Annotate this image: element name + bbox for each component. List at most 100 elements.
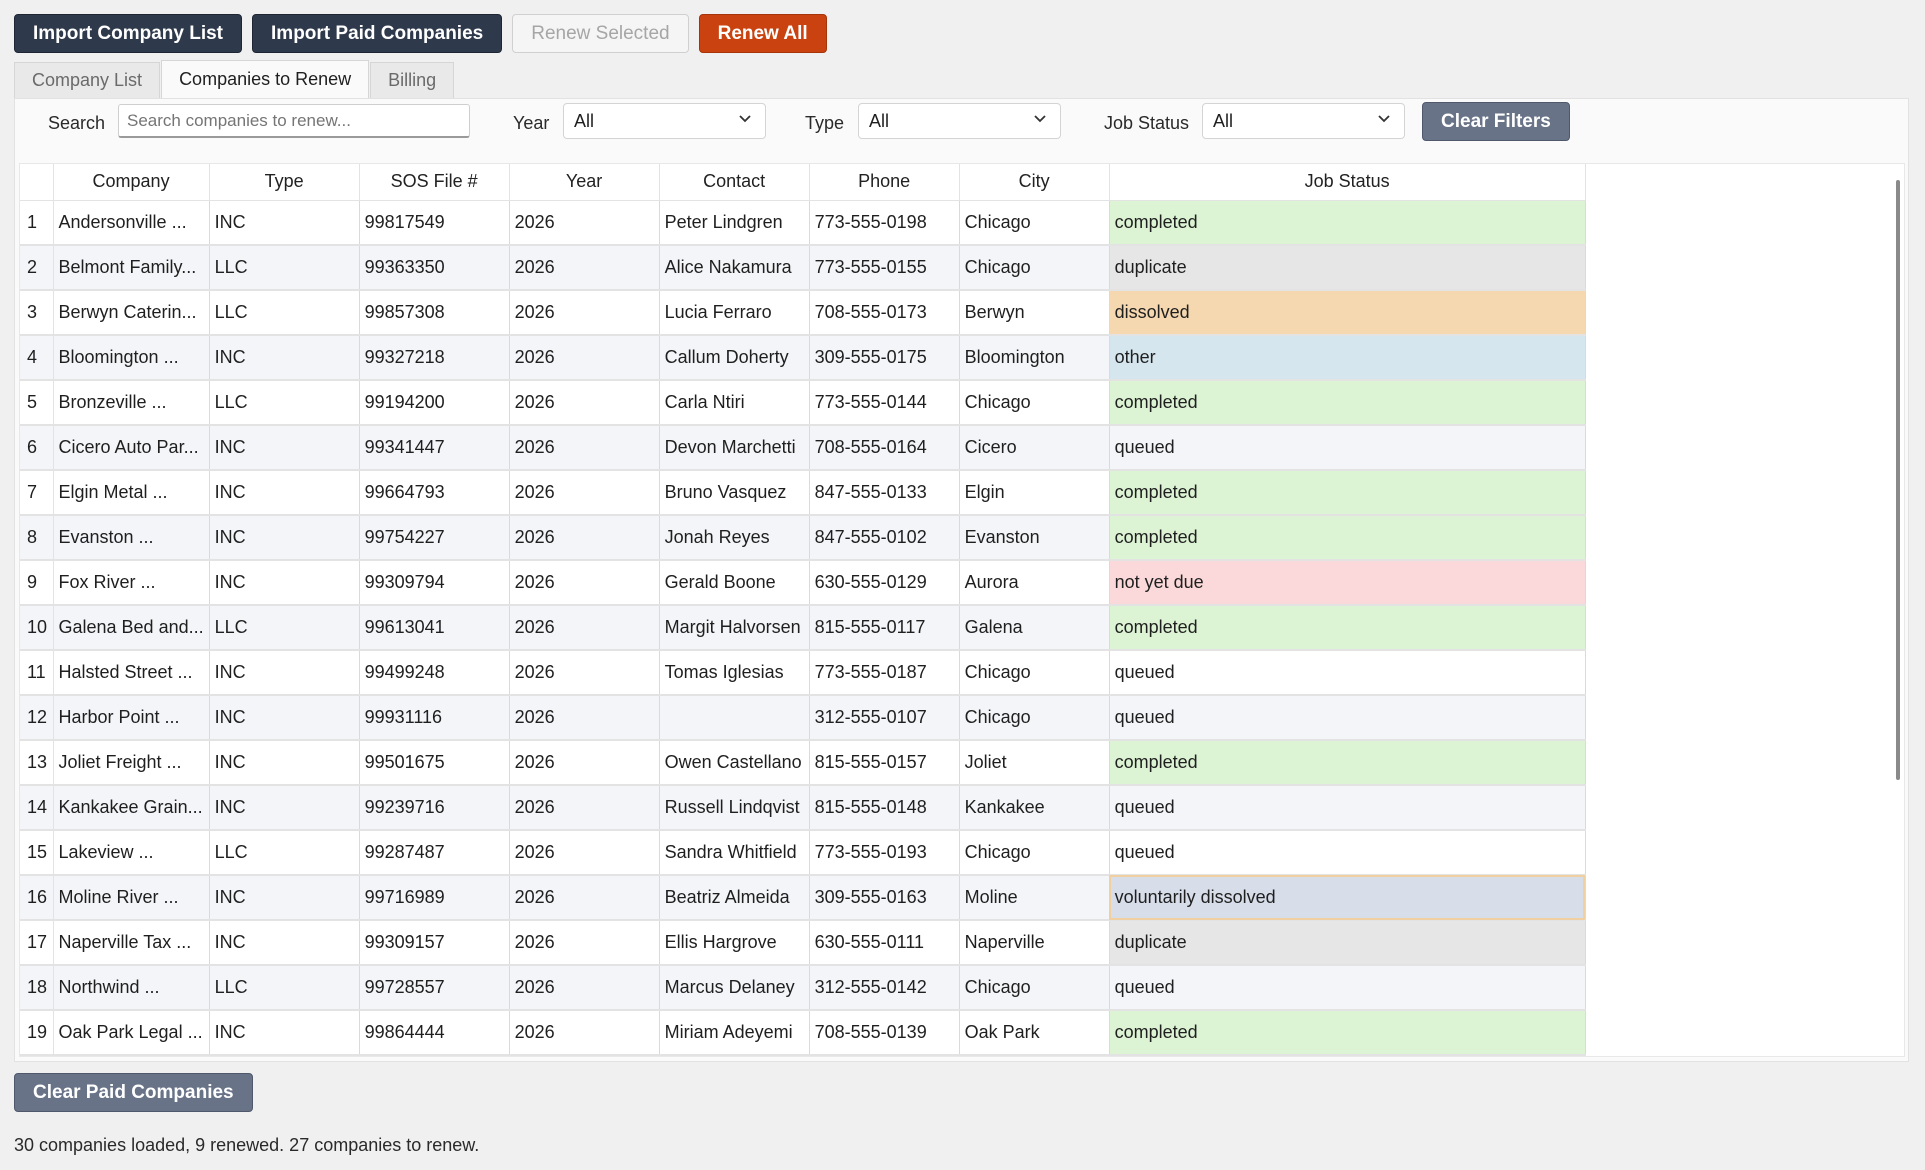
cell-phone[interactable]: 309-555-0175 [809, 335, 960, 381]
cell-job-status[interactable]: duplicate [1109, 920, 1586, 966]
cell-phone[interactable]: 312-555-0142 [809, 965, 960, 1011]
cell-phone[interactable]: 815-555-0157 [809, 740, 960, 786]
table-row[interactable]: 15 Lakeview ... LLC 99287487 2026 Sandra Whit… [20, 830, 1586, 876]
search-input[interactable] [118, 104, 470, 138]
cell-type[interactable]: LLC [209, 605, 360, 651]
cell-type[interactable]: INC [209, 785, 360, 831]
cell-company[interactable]: Evanston ... [53, 515, 210, 561]
cell-job-status[interactable]: queued [1109, 785, 1586, 831]
cell-company[interactable]: Berwyn Caterin... [53, 290, 210, 336]
cell-sos[interactable]: 99239716 [359, 785, 510, 831]
cell-year[interactable]: 2026 [509, 920, 660, 966]
cell-sos[interactable]: 99864444 [359, 1010, 510, 1056]
cell-year[interactable]: 2026 [509, 200, 660, 246]
cell-type[interactable]: LLC [209, 245, 360, 291]
cell-year[interactable]: 2026 [509, 425, 660, 471]
table-row[interactable]: 17 Naperville Tax ... INC 99309157 2026 Ellis… [20, 920, 1586, 966]
cell-sos[interactable]: 99327218 [359, 335, 510, 381]
cell-contact[interactable]: Callum Doherty [659, 335, 810, 381]
cell-year[interactable]: 2026 [509, 650, 660, 696]
cell-city[interactable]: Galena [959, 605, 1110, 651]
cell-city[interactable]: Chicago [959, 245, 1110, 291]
cell-sos[interactable]: 99499248 [359, 650, 510, 696]
cell-phone[interactable]: 708-555-0139 [809, 1010, 960, 1056]
cell-city[interactable]: Chicago [959, 650, 1110, 696]
column-header-company[interactable]: Company [53, 164, 210, 201]
cell-year[interactable]: 2026 [509, 695, 660, 741]
cell-company[interactable]: Bloomington ... [53, 335, 210, 381]
cell-company[interactable]: Oak Park Legal ... [53, 1010, 210, 1056]
clear-paid-companies-button[interactable]: Clear Paid Companies [14, 1073, 253, 1112]
cell-phone[interactable]: 708-555-0173 [809, 290, 960, 336]
type-select[interactable]: All [858, 103, 1061, 139]
cell-city[interactable]: Chicago [959, 965, 1110, 1011]
cell-job-status[interactable]: completed [1109, 740, 1586, 786]
cell-job-status[interactable]: completed [1109, 1010, 1586, 1056]
cell-sos[interactable]: 99754227 [359, 515, 510, 561]
cell-type[interactable]: LLC [209, 290, 360, 336]
cell-company[interactable]: Galena Bed and... [53, 605, 210, 651]
column-header-year[interactable]: Year [509, 164, 660, 201]
cell-year[interactable]: 2026 [509, 740, 660, 786]
cell-company[interactable]: Belmont Family... [53, 245, 210, 291]
cell-phone[interactable]: 815-555-0117 [809, 605, 960, 651]
cell-sos[interactable]: 99728557 [359, 965, 510, 1011]
cell-city[interactable]: Cicero [959, 425, 1110, 471]
cell-job-status[interactable]: queued [1109, 650, 1586, 696]
cell-city[interactable]: Bloomington [959, 335, 1110, 381]
vertical-scrollbar[interactable] [1896, 180, 1900, 780]
cell-sos[interactable]: 99664793 [359, 470, 510, 516]
cell-contact[interactable]: Peter Lindgren [659, 200, 810, 246]
cell-year[interactable]: 2026 [509, 290, 660, 336]
cell-phone[interactable]: 773-555-0155 [809, 245, 960, 291]
cell-company[interactable]: Harbor Point ... [53, 695, 210, 741]
cell-phone[interactable]: 815-555-0148 [809, 785, 960, 831]
cell-city[interactable]: Aurora [959, 560, 1110, 606]
cell-company[interactable]: Kankakee Grain... [53, 785, 210, 831]
cell-type[interactable]: INC [209, 920, 360, 966]
cell-job-status[interactable]: completed [1109, 380, 1586, 426]
cell-contact[interactable]: Miriam Adeyemi [659, 1010, 810, 1056]
cell-job-status[interactable]: other [1109, 335, 1586, 381]
cell-company[interactable]: Andersonville ... [53, 200, 210, 246]
cell-company[interactable]: Elgin Metal ... [53, 470, 210, 516]
cell-type[interactable]: INC [209, 515, 360, 561]
cell-phone[interactable]: 309-555-0163 [809, 875, 960, 921]
renew-selected-button[interactable]: Renew Selected [512, 14, 689, 53]
cell-job-status[interactable]: completed [1109, 470, 1586, 516]
cell-contact[interactable]: Owen Castellano [659, 740, 810, 786]
table-row[interactable]: 10 Galena Bed and... LLC 99613041 2026 Margit… [20, 605, 1586, 651]
table-row[interactable]: 2 Belmont Family... LLC 99363350 2026 Alice N… [20, 245, 1586, 291]
cell-job-status[interactable]: completed [1109, 200, 1586, 246]
job-status-select[interactable]: All [1202, 103, 1405, 139]
cell-year[interactable]: 2026 [509, 380, 660, 426]
table-row[interactable]: 18 Northwind ... LLC 99728557 2026 Marcus Del… [20, 965, 1586, 1011]
cell-sos[interactable]: 99363350 [359, 245, 510, 291]
cell-sos[interactable]: 99309157 [359, 920, 510, 966]
cell-city[interactable]: Oak Park [959, 1010, 1110, 1056]
cell-company[interactable]: Naperville Tax ... [53, 920, 210, 966]
cell-contact[interactable]: Lucia Ferraro [659, 290, 810, 336]
cell-contact[interactable]: Jonah Reyes [659, 515, 810, 561]
cell-company[interactable]: Moline River ... [53, 875, 210, 921]
table-row[interactable]: 19 Oak Park Legal ... INC 99864444 2026 Miria… [20, 1010, 1586, 1056]
cell-city[interactable]: Berwyn [959, 290, 1110, 336]
column-header-sos-file[interactable]: SOS File # [359, 164, 510, 201]
cell-job-status[interactable]: voluntarily dissolved [1109, 875, 1586, 921]
tab-company-list[interactable]: Company List [14, 62, 161, 98]
cell-company[interactable]: Fox River ... [53, 560, 210, 606]
cell-type[interactable]: LLC [209, 380, 360, 426]
table-row[interactable]: 4 Bloomington ... INC 99327218 2026 Callum Do… [20, 335, 1586, 381]
table-row[interactable]: 1 Andersonville ... INC 99817549 2026 Peter L… [20, 200, 1586, 246]
cell-phone[interactable]: 630-555-0111 [809, 920, 960, 966]
cell-phone[interactable]: 773-555-0187 [809, 650, 960, 696]
column-header-phone[interactable]: Phone [809, 164, 960, 201]
cell-contact[interactable]: Gerald Boone [659, 560, 810, 606]
cell-city[interactable]: Chicago [959, 695, 1110, 741]
cell-company[interactable]: Bronzeville ... [53, 380, 210, 426]
cell-type[interactable]: INC [209, 1010, 360, 1056]
cell-city[interactable]: Chicago [959, 380, 1110, 426]
cell-company[interactable]: Cicero Auto Par... [53, 425, 210, 471]
cell-sos[interactable]: 99613041 [359, 605, 510, 651]
cell-company[interactable]: Northwind ... [53, 965, 210, 1011]
